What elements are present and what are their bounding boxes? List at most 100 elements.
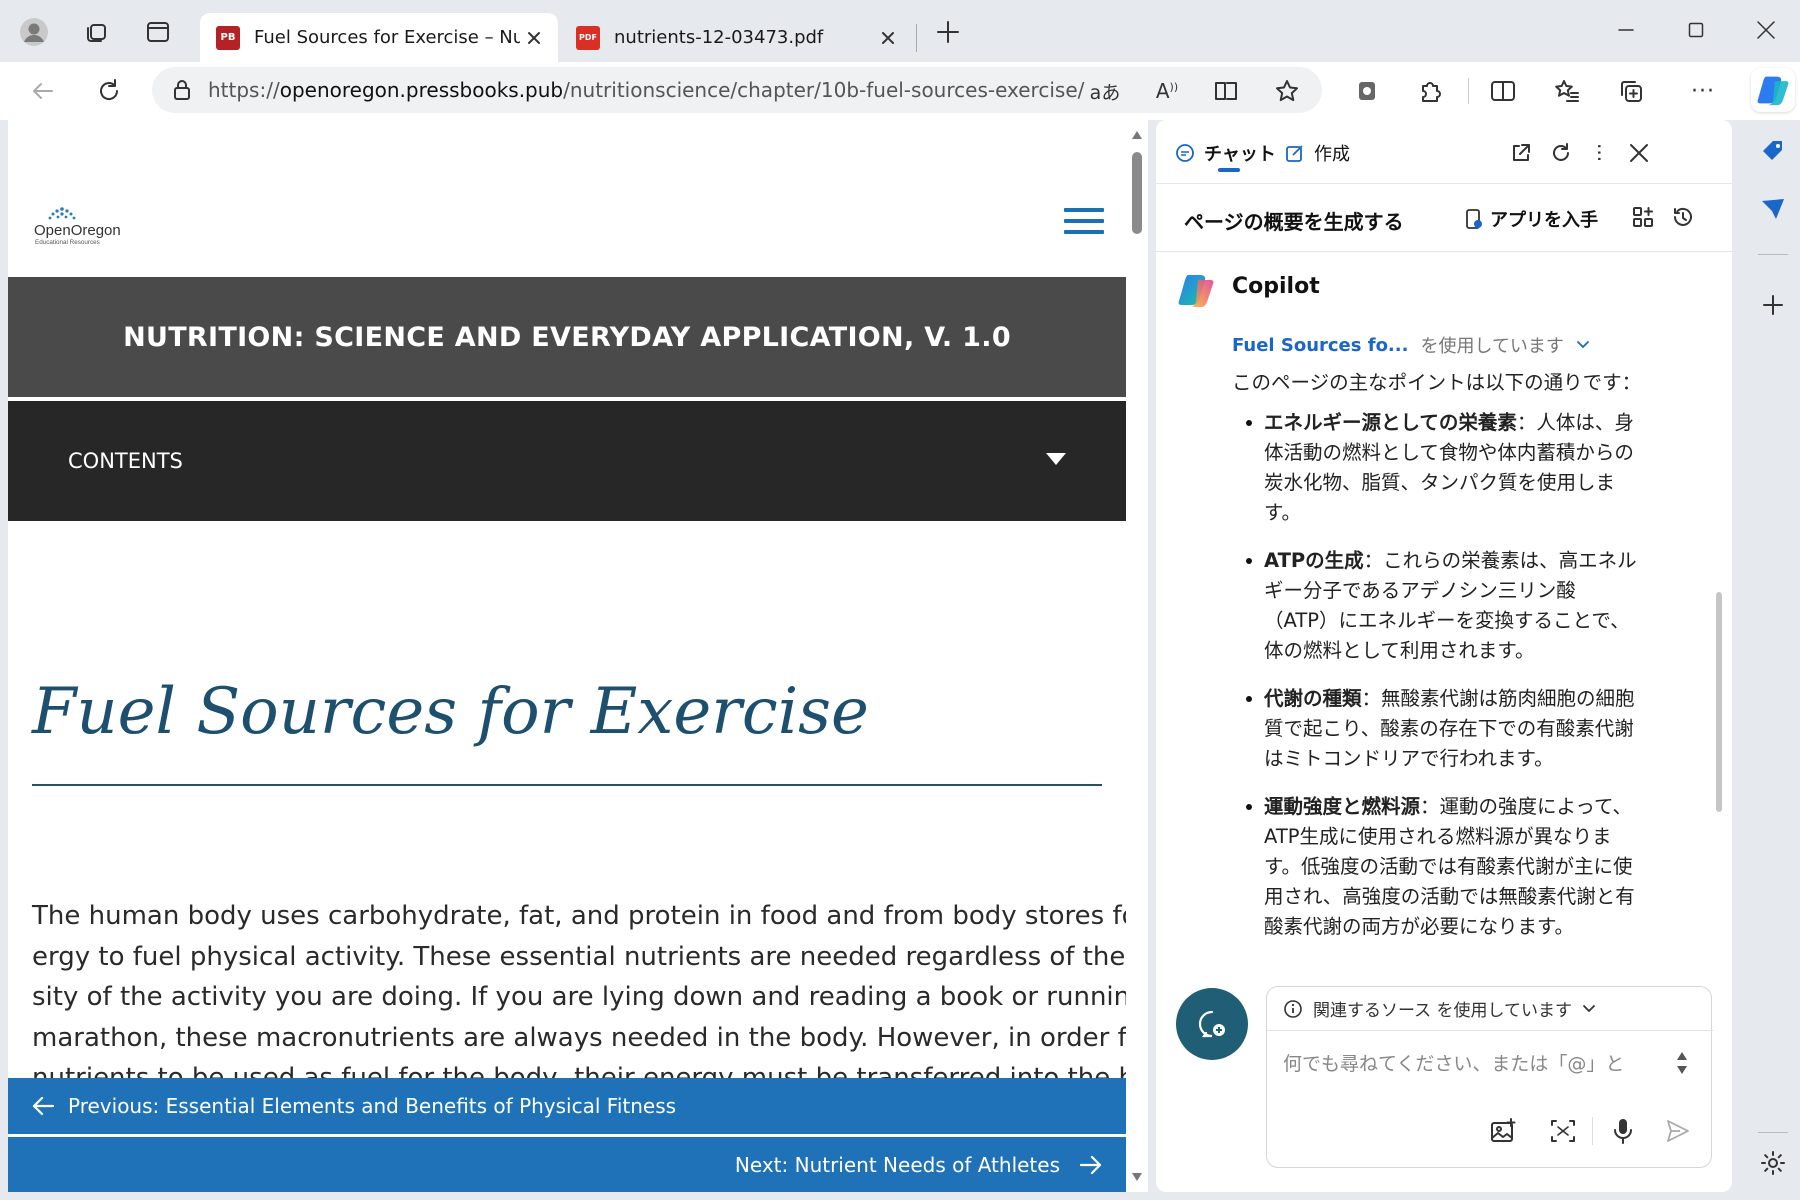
chapter-title: Fuel Sources for Exercise [32,675,869,749]
source-attribution[interactable]: Fuel Sources fo... を使用しています [1232,332,1590,358]
minimize-icon[interactable] [1596,10,1656,50]
source-link[interactable]: Fuel Sources fo... [1232,335,1408,356]
new-chat-button[interactable] [1176,988,1248,1060]
add-image-icon[interactable] [1487,1115,1519,1147]
copilot-rail-icon[interactable] [1751,68,1795,112]
list-item: 代謝の種類：無酸素代謝は筋肉細胞の細胞 質で起こり、酸素の存在下での有酸素代謝 … [1232,684,1635,774]
summarize-page-button[interactable]: ページの概要を生成する [1184,206,1404,235]
chevron-down-icon[interactable] [1576,340,1590,350]
paragraph-line: sity of the activity you are doing. If y… [32,982,1126,1012]
read-aloud-icon[interactable]: A)) [1150,74,1184,108]
assistant-name: Copilot [1232,274,1320,299]
translate-icon[interactable]: aあ [1088,74,1122,108]
book-title-banner[interactable]: NUTRITION: SCIENCE AND EVERYDAY APPLICAT… [8,277,1126,397]
pressbooks-favicon-icon: PB [216,25,240,50]
scroll-down-icon[interactable] [1131,1172,1143,1182]
chat-input[interactable]: 何でも尋ねてください、または「@」と [1283,1049,1624,1076]
response-intro: このページの主なポイントは以下の通りです： [1232,371,1642,394]
vertical-tabs-icon[interactable] [142,16,174,48]
settings-gear-icon[interactable] [1754,1144,1792,1182]
pane-scrollbar[interactable] [1716,592,1722,812]
more-options-icon[interactable]: ··· [1584,138,1614,168]
screenshot-icon[interactable] [1547,1115,1579,1147]
openoregon-logo[interactable]: OpenOregon Educational Resources [34,205,134,255]
add-sidebar-app-icon[interactable] [1754,286,1792,324]
shopping-tag-icon[interactable] [1754,132,1792,170]
copilot-actions: ページの概要を生成する アプリを入手 [1156,184,1732,252]
close-pane-icon[interactable] [1624,138,1654,168]
next-link-label: Next: Nutrient Needs of Athletes [734,1152,1060,1177]
title-bar: PB Fuel Sources for Exercise – Nutrit PD… [0,0,1800,62]
close-window-icon[interactable] [1736,10,1796,50]
contents-label: CONTENTS [68,449,183,473]
sidebar-rail [1746,62,1800,1200]
close-tab-icon[interactable] [874,24,902,52]
chat-composer: 関連するソース を使用しています 何でも尋ねてください、または「@」と [1266,986,1713,1168]
extensions-puzzle-icon[interactable] [1414,74,1448,108]
web-page: OpenOregon Educational Resources NUTRITI… [8,120,1126,1192]
pdf-favicon-icon: PDF [576,25,600,50]
input-resize-icon[interactable] [1675,1049,1689,1077]
toolbar-divider [1468,78,1469,104]
apps-icon[interactable] [1628,202,1658,232]
favorites-icon[interactable] [1550,74,1584,108]
favorite-star-icon[interactable] [1270,74,1304,108]
get-app-button[interactable]: アプリを入手 [1464,206,1598,232]
refresh-icon[interactable] [92,74,126,108]
send-icon[interactable] [1662,1115,1694,1147]
chevron-down-icon [1583,1004,1595,1012]
scroll-up-icon[interactable] [1131,130,1143,140]
url-text[interactable]: https://openoregon.pressbooks.pub/nutrit… [208,78,1084,102]
previous-chapter-link[interactable]: Previous: Essential Elements and Benefit… [8,1078,1126,1134]
copilot-sidebar: チャット 作成 ··· ページの概要を生成する アプリを入手 Copilot F… [1156,120,1732,1192]
address-bar[interactable]: https://openoregon.pressbooks.pub/nutrit… [152,67,1322,113]
copilot-response: このページの主なポイントは以下の通りです： エネルギー源としての栄養素：人体は、… [1232,368,1642,960]
new-tab-icon[interactable] [932,16,964,48]
site-info-icon[interactable] [172,79,192,101]
arrow-right-icon [1080,1155,1102,1175]
chat-icon [1176,144,1194,162]
workspaces-icon[interactable] [80,16,112,48]
back-icon[interactable] [26,74,60,108]
rail-divider [1758,254,1788,255]
toolbar: https://openoregon.pressbooks.pub/nutrit… [0,62,1800,120]
browser-window: PB Fuel Sources for Exercise – Nutrit PD… [0,0,1800,1200]
tab-compose[interactable]: 作成 [1284,140,1350,166]
new-chat-icon [1198,1010,1225,1038]
compose-icon [1286,145,1303,162]
related-sources-toggle[interactable]: 関連するソース を使用しています [1267,987,1713,1031]
split-screen-icon[interactable] [1486,74,1520,108]
immersive-reader-icon[interactable] [1210,74,1244,108]
scroll-thumb[interactable] [1132,152,1142,234]
tab-chat[interactable]: チャット [1174,140,1276,166]
copilot-tabs: チャット 作成 ··· [1156,120,1732,184]
page-scrollbar[interactable] [1126,120,1148,1192]
caret-down-icon [1046,453,1066,465]
rail-divider [1758,1132,1788,1133]
history-icon[interactable] [1668,202,1698,232]
maximize-icon[interactable] [1666,10,1726,50]
tab-divider [916,24,917,52]
send-tab-icon[interactable] [1754,190,1792,228]
list-item: ATPの生成：これらの栄養素は、高エネル ギー分子であるアデノシン三リン酸 （A… [1232,546,1637,666]
microphone-icon[interactable] [1607,1115,1639,1147]
composer-divider [1592,1117,1593,1145]
tab-title: Fuel Sources for Exercise – Nutrit [254,27,520,48]
close-tab-icon[interactable] [520,24,548,52]
svg-text:Educational Resources: Educational Resources [35,239,100,246]
chapter-body: The human body uses carbohydrate, fat, a… [32,896,1126,1099]
paragraph-line: The human body uses carbohydrate, fat, a… [32,901,1126,931]
hamburger-menu-icon[interactable] [1064,208,1104,236]
collections-icon[interactable] [1614,74,1648,108]
tab-fuel-sources[interactable]: PB Fuel Sources for Exercise – Nutrit [200,13,558,62]
profile-icon[interactable] [18,16,50,48]
open-in-new-icon[interactable] [1506,138,1536,168]
refresh-chat-icon[interactable] [1546,138,1576,168]
copilot-logo-icon [1178,275,1214,307]
extension-shield-icon[interactable] [1350,74,1384,108]
contents-toggle[interactable]: CONTENTS [8,401,1126,521]
tab-pdf[interactable]: PDF nutrients-12-03473.pdf [560,13,912,62]
previous-link-label: Previous: Essential Elements and Benefit… [68,1094,677,1118]
next-chapter-link[interactable]: Next: Nutrient Needs of Athletes [8,1137,1126,1192]
more-menu-icon[interactable]: ··· [1686,74,1720,108]
